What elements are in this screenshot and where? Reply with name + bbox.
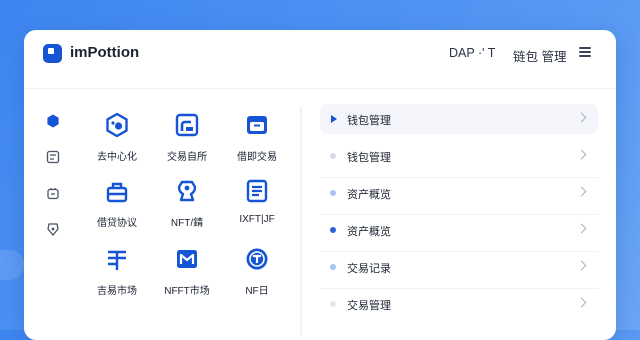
status-dot [330, 264, 336, 270]
wallet-box-icon [244, 112, 270, 138]
hamburger-menu-icon[interactable] [579, 47, 591, 57]
list-item-label: 钱包管理 [347, 115, 391, 127]
tile-label: 去中心化 [97, 152, 137, 163]
tile-label: IXFT|JF [239, 214, 275, 225]
chevron-right-icon [576, 260, 587, 271]
tile-instant-trade[interactable]: 借即交易 [222, 112, 292, 163]
nft-coin-icon [244, 246, 270, 272]
list-item-label: 资产概览 [347, 189, 391, 201]
list-item-wallet-manage-active[interactable]: 钱包管理 [320, 104, 598, 134]
document-icon [244, 178, 270, 204]
header-nav-item[interactable]: DAP ·' T [449, 46, 495, 60]
rail-chart-icon[interactable] [40, 144, 66, 170]
header-divider [24, 88, 616, 89]
tile-nfft-market[interactable]: NFFT市场 [152, 246, 222, 297]
list-item-label: 钱包管理 [347, 152, 391, 164]
tile-label: 吉易市场 [97, 286, 137, 297]
tile-ixft[interactable]: IXFT|JF [222, 178, 292, 225]
tile-nft[interactable]: NFT/錆 [152, 178, 222, 229]
header-nav-wallet-manage[interactable]: 链包 管理 [513, 46, 566, 65]
tile-label: NF日 [245, 286, 269, 297]
tile-label: NFFT市场 [164, 286, 210, 297]
list-item-trade-manage[interactable]: 交易管理 [320, 289, 598, 319]
rail-hexagon-icon[interactable] [40, 108, 66, 134]
list-item-label: 资产概览 [347, 226, 391, 238]
list-item-asset-overview-2[interactable]: 资产概览 [320, 215, 598, 252]
tile-exchange-market[interactable]: 吉易市场 [82, 246, 152, 297]
status-dot [330, 227, 336, 233]
chevron-right-icon [576, 186, 587, 197]
status-dot [330, 153, 336, 159]
tile-lending[interactable]: 借贷协议 [82, 178, 152, 229]
nft-badge-icon [174, 178, 200, 204]
panel-divider [300, 106, 302, 336]
play-arrow-icon [331, 115, 337, 123]
main-card: imPottion DAP ·' T 链包 管理 去中心化 交易自所 借即交易 … [24, 30, 616, 340]
lock-box-icon [104, 178, 130, 204]
background-glow [0, 250, 24, 280]
hex-node-icon [104, 112, 130, 138]
status-dot [330, 301, 336, 307]
chevron-right-icon [576, 112, 587, 123]
rail-bag-icon[interactable] [40, 180, 66, 206]
rail-shield-icon[interactable] [40, 216, 66, 242]
exchange-icon [104, 246, 130, 272]
logo-icon [43, 44, 62, 63]
tile-label: 借即交易 [237, 152, 277, 163]
tile-nf-day[interactable]: NF日 [222, 246, 292, 297]
list-item-asset-overview[interactable]: 资产概览 [320, 178, 598, 215]
list-item-label: 交易管理 [347, 300, 391, 312]
tile-label: 借贷协议 [97, 218, 137, 229]
list-item-wallet-manage[interactable]: 钱包管理 [320, 141, 598, 178]
list-item-trade-records[interactable]: 交易记录 [320, 252, 598, 289]
status-dot [330, 190, 336, 196]
chevron-right-icon [576, 149, 587, 160]
chevron-right-icon [576, 297, 587, 308]
tile-label: 交易自所 [167, 152, 207, 163]
app-header: imPottion DAP ·' T 链包 管理 [24, 30, 616, 76]
chevron-right-icon [576, 223, 587, 234]
market-m-icon [174, 246, 200, 272]
app-title: imPottion [70, 44, 140, 61]
tile-decentralized[interactable]: 去中心化 [82, 112, 152, 163]
tile-label: NFT/錆 [170, 218, 204, 229]
tile-exchange-self[interactable]: 交易自所 [152, 112, 222, 163]
list-item-label: 交易记录 [347, 263, 391, 275]
trade-chart-icon [174, 112, 200, 138]
